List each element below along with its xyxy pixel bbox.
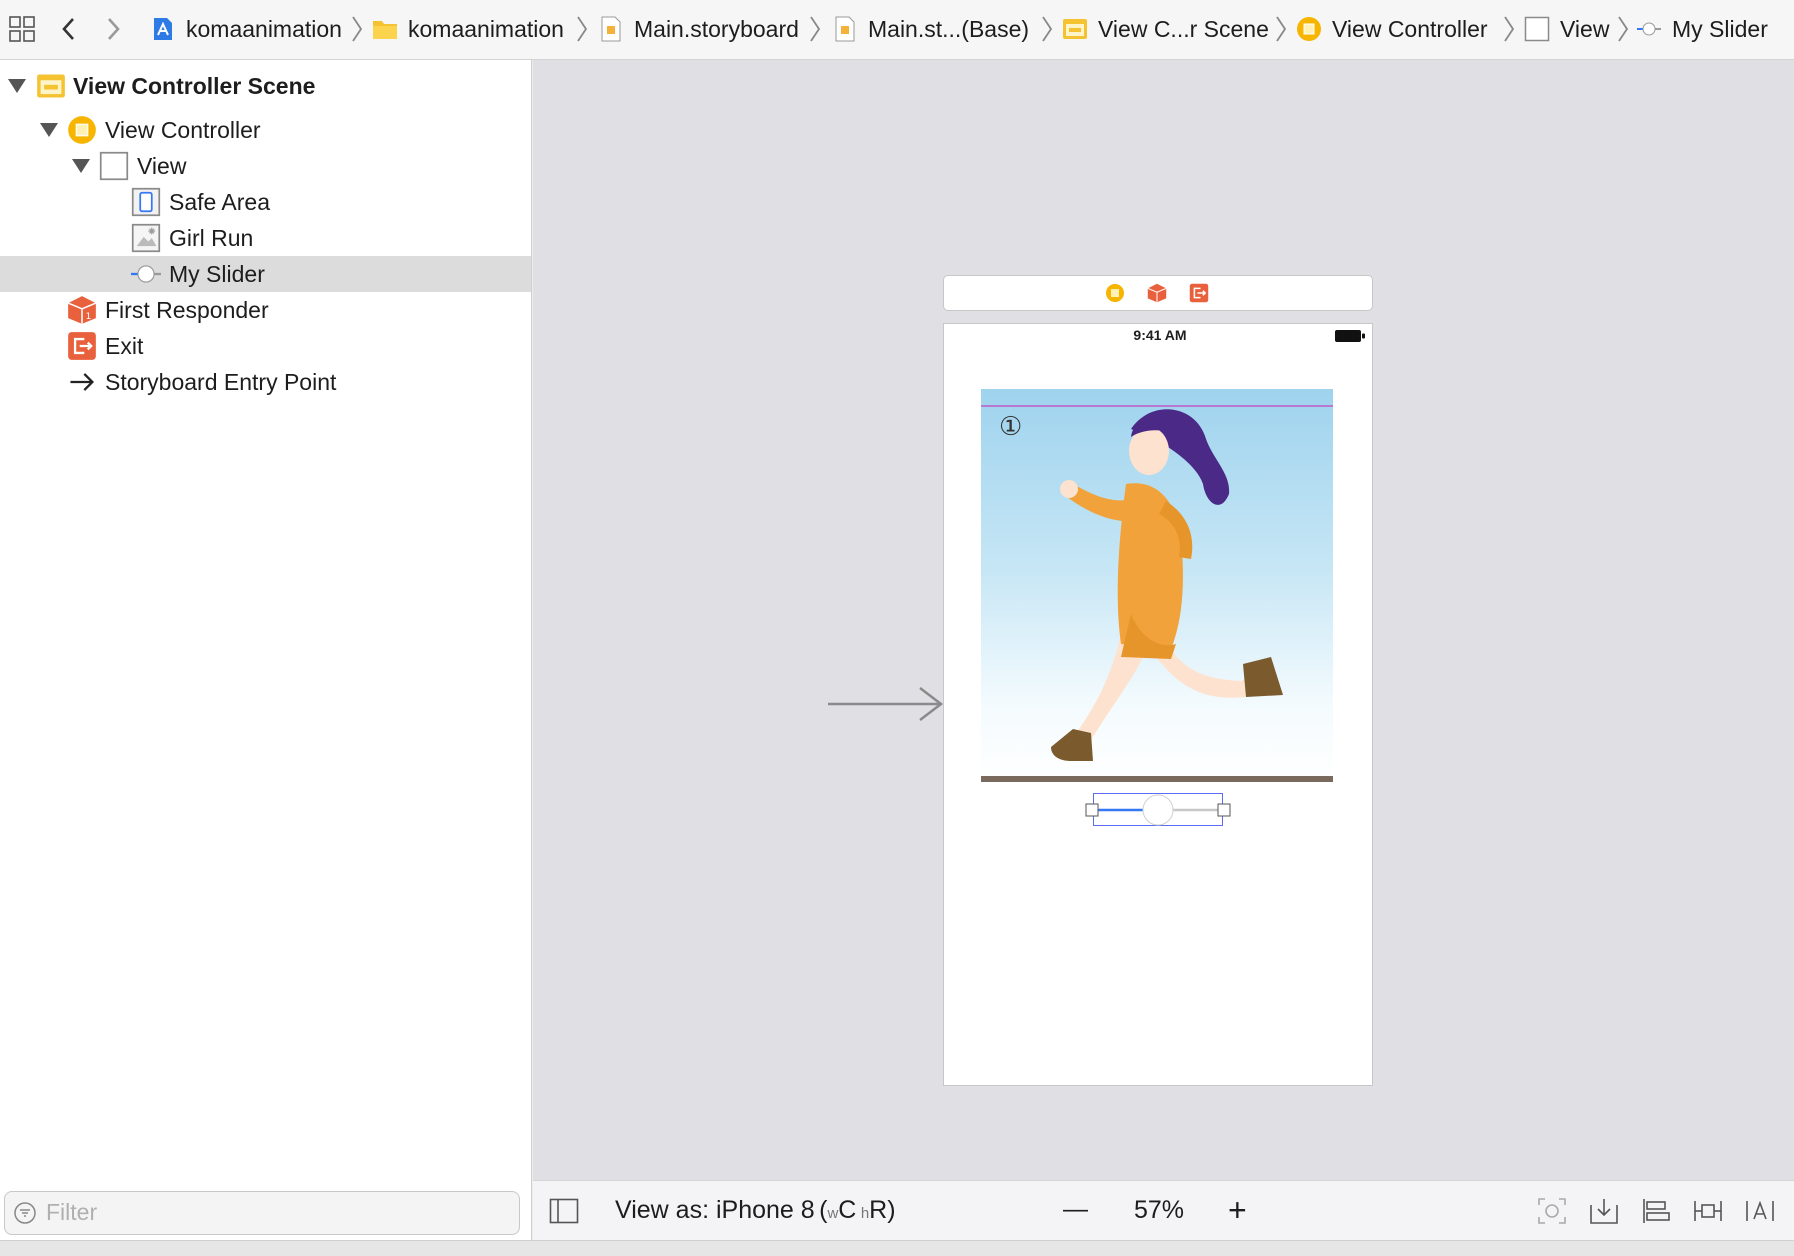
arrow-right-icon xyxy=(70,373,95,391)
outline-item-exit[interactable]: Exit xyxy=(0,328,531,364)
outline-item-first-responder[interactable]: 1 First Responder xyxy=(0,292,531,328)
jump-bar: komaanimation komaanimation Main.storybo… xyxy=(0,0,1794,60)
svg-text:1: 1 xyxy=(85,311,91,322)
zoom-out-button[interactable]: — xyxy=(1063,1195,1088,1224)
view-icon xyxy=(1524,16,1550,42)
breadcrumb-storyboard-base[interactable]: Main.st...(Base) xyxy=(832,14,1029,44)
zoom-in-button[interactable]: + xyxy=(1228,1192,1247,1229)
related-items-icon[interactable] xyxy=(7,14,37,44)
breadcrumb-view-controller[interactable]: View Controller xyxy=(1296,14,1488,44)
outline-item-label: Storyboard Entry Point xyxy=(105,368,337,395)
breadcrumb-project[interactable]: komaanimation xyxy=(150,14,342,44)
outline-item-label: Exit xyxy=(105,332,144,359)
size-class-h: h xyxy=(860,1205,870,1222)
safe-area-icon xyxy=(131,187,161,217)
outline-item-safe-area[interactable]: Safe Area xyxy=(0,184,531,220)
storyboard-entry-arrow[interactable] xyxy=(828,686,944,722)
breadcrumb-label: My Slider xyxy=(1672,15,1768,42)
first-responder-icon: 1 xyxy=(67,296,97,324)
first-responder-icon[interactable] xyxy=(1147,283,1167,303)
breadcrumb-label: komaanimation xyxy=(186,15,342,42)
breadcrumb-label: Main.storyboard xyxy=(634,15,799,42)
disclosure-triangle-icon[interactable] xyxy=(40,123,58,137)
outline-item-storyboard-entry-point[interactable]: Storyboard Entry Point xyxy=(0,364,531,400)
view-controller-icon[interactable] xyxy=(1105,283,1125,303)
outline-item-my-slider[interactable]: My Slider xyxy=(0,256,531,292)
girl-run-image[interactable]: ① xyxy=(981,389,1333,785)
disclosure-triangle-icon[interactable] xyxy=(72,159,90,173)
breadcrumb-label: Main.st...(Base) xyxy=(868,15,1030,42)
view-controller-icon xyxy=(1297,17,1321,41)
document-outline: View Controller Scene View Controller Vi… xyxy=(0,60,532,1240)
canvas-bottom-bar: View as: iPhone 8 (wC hR) — 57% + xyxy=(533,1180,1794,1241)
add-constraints-icon[interactable] xyxy=(1693,1197,1723,1225)
image-view-icon xyxy=(131,223,161,253)
slider-icon xyxy=(131,265,161,283)
folder-icon xyxy=(373,21,397,39)
update-frames-icon[interactable] xyxy=(1537,1197,1567,1225)
battery-icon xyxy=(1335,330,1365,342)
toggle-outline-icon[interactable] xyxy=(549,1198,579,1224)
xcode-project-icon xyxy=(154,18,172,40)
breadcrumb-view[interactable]: View xyxy=(1524,14,1609,44)
size-class-w: w xyxy=(827,1205,839,1222)
forward-button[interactable] xyxy=(98,14,128,44)
view-controller-icon xyxy=(68,116,96,144)
size-class-h-value: R xyxy=(869,1196,888,1224)
scene-icon xyxy=(37,74,65,98)
size-class-w-value: C xyxy=(838,1196,857,1224)
outline-item-label: View xyxy=(137,152,187,179)
outline-item-label: Safe Area xyxy=(169,188,271,215)
breadcrumb-label: komaanimation xyxy=(408,15,564,42)
scene-icon xyxy=(1063,19,1087,39)
view-as-device[interactable]: View as: iPhone 8 (wC hR) xyxy=(615,1196,896,1225)
zoom-level: 57% xyxy=(1134,1196,1185,1224)
breadcrumb-scene[interactable]: View C...r Scene xyxy=(1062,14,1269,44)
exit-icon[interactable] xyxy=(1189,283,1209,303)
breadcrumb-label: View Controller xyxy=(1332,15,1488,42)
filter-placeholder: Filter xyxy=(46,1199,98,1225)
outline-item-label: My Slider xyxy=(169,260,265,287)
slider-thumb[interactable] xyxy=(1142,794,1174,826)
align-icon[interactable] xyxy=(1641,1197,1671,1225)
resize-handle-right[interactable] xyxy=(1217,803,1231,817)
outline-item-label: View Controller xyxy=(105,116,261,143)
outline-item-view-controller[interactable]: View Controller xyxy=(0,112,531,148)
my-slider[interactable] xyxy=(1085,793,1231,826)
resize-handle-left[interactable] xyxy=(1085,803,1099,817)
filter-icon xyxy=(14,1202,36,1224)
storyboard-file-icon xyxy=(601,16,621,42)
image-badge: ① xyxy=(999,412,1022,442)
slider-icon xyxy=(1637,22,1661,36)
outline-item-label: View Controller Scene xyxy=(73,72,316,99)
status-bar-time: 9:41 AM xyxy=(1133,327,1187,343)
debug-area-edge xyxy=(0,1240,1794,1256)
embed-in-icon[interactable] xyxy=(1589,1197,1619,1225)
breadcrumb-label: View xyxy=(1560,15,1610,42)
outline-item-view[interactable]: View xyxy=(0,148,531,184)
resolve-autolayout-issues-icon[interactable] xyxy=(1745,1197,1775,1225)
breadcrumb-slider[interactable]: My Slider xyxy=(1636,14,1768,44)
breadcrumb-storyboard[interactable]: Main.storyboard xyxy=(598,14,799,44)
exit-icon xyxy=(68,332,96,360)
disclosure-triangle-icon[interactable] xyxy=(8,79,26,93)
breadcrumb-label: View C...r Scene xyxy=(1098,15,1269,42)
view-as-label: View as: iPhone 8 xyxy=(615,1196,815,1224)
storyboard-file-icon xyxy=(835,16,855,42)
breadcrumb-folder[interactable]: komaanimation xyxy=(372,14,564,44)
running-girl-illustration: ① xyxy=(981,405,1333,782)
outline-item-girl-run[interactable]: Girl Run xyxy=(0,220,531,256)
back-button[interactable] xyxy=(54,14,84,44)
outline-item-view-controller-scene[interactable]: View Controller Scene xyxy=(0,68,531,104)
scene-dock[interactable] xyxy=(943,275,1373,311)
outline-item-label: First Responder xyxy=(105,296,269,323)
outline-item-label: Girl Run xyxy=(169,224,254,251)
view-icon xyxy=(99,151,129,181)
